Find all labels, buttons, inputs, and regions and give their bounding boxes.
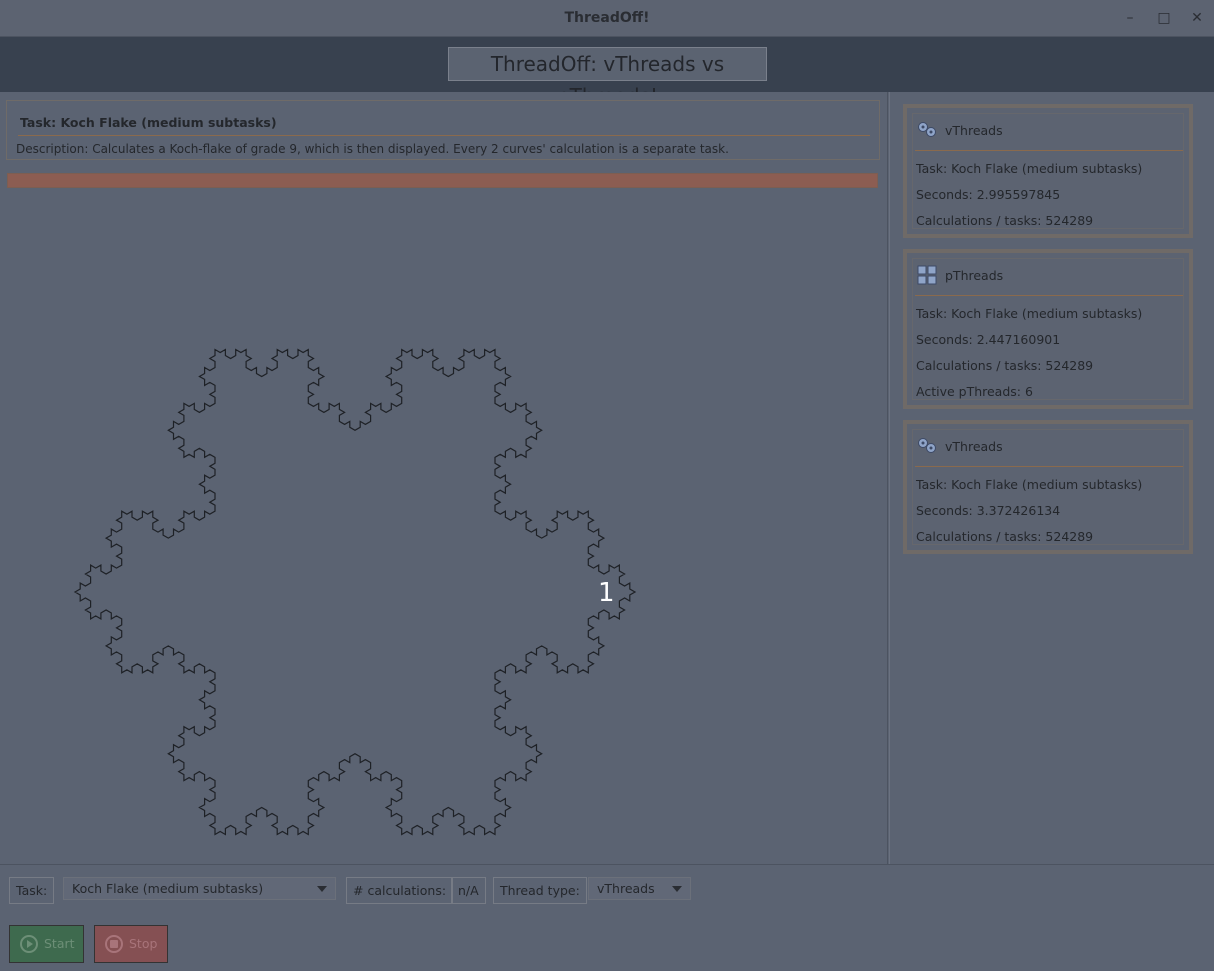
task-separator	[18, 135, 870, 136]
card-calculations: Calculations / tasks: 524289	[916, 358, 1094, 373]
task-label: Task:	[9, 877, 55, 904]
minimize-icon[interactable]: –	[1120, 8, 1140, 28]
vthreads-icon	[918, 122, 936, 137]
task-select[interactable]: Koch Flake (medium subtasks)	[63, 877, 336, 900]
card-calculations: Calculations / tasks: 524289	[916, 213, 1094, 228]
window-titlebar: ThreadOff! – □ ✕	[0, 0, 1214, 37]
chevron-down-icon	[317, 886, 327, 892]
pthreads-icon	[917, 265, 937, 285]
main-panel: Task: Koch Flake (medium subtasks) Descr…	[0, 92, 886, 864]
app-banner: ThreadOff: vThreads vs pThreads!	[448, 47, 767, 108]
task-description: Description: Calculates a Koch-flake of …	[16, 142, 729, 156]
window-title: ThreadOff!	[564, 10, 650, 26]
chevron-down-icon	[672, 886, 682, 892]
thread-type-label: Thread type:	[493, 877, 587, 904]
progress-bar	[7, 173, 878, 188]
card-seconds: Seconds: 2.995597845	[916, 187, 1061, 202]
result-card: vThreads Task: Koch Flake (medium subtas…	[903, 420, 1193, 554]
card-calculations: Calculations / tasks: 524289	[916, 529, 1094, 544]
progress-fill	[8, 174, 877, 187]
stop-button[interactable]: Stop	[94, 925, 168, 963]
stop-button-label: Stop	[129, 936, 158, 951]
thread-count-label: 1	[598, 578, 615, 608]
play-icon	[20, 935, 38, 953]
koch-canvas: 1	[0, 202, 886, 862]
card-seconds: Seconds: 2.447160901	[916, 332, 1061, 347]
calculations-label: # calculations:	[346, 877, 454, 904]
card-thread-type: vThreads	[945, 439, 1003, 454]
calculations-value: n/A	[451, 877, 486, 904]
header: ThreadOff: vThreads vs pThreads!	[0, 37, 1214, 108]
thread-type-select[interactable]: vThreads	[588, 877, 691, 900]
koch-flake-drawing	[73, 348, 637, 836]
card-task: Task: Koch Flake (medium subtasks)	[916, 477, 1143, 492]
maximize-icon[interactable]: □	[1154, 8, 1174, 28]
start-button[interactable]: Start	[9, 925, 84, 963]
card-active-threads: Active pThreads: 6	[916, 384, 1033, 399]
close-icon[interactable]: ✕	[1187, 8, 1207, 28]
task-title: Task: Koch Flake (medium subtasks)	[20, 115, 277, 130]
thread-type-select-value: vThreads	[597, 881, 655, 896]
card-task: Task: Koch Flake (medium subtasks)	[916, 161, 1143, 176]
results-panel: vThreads Task: Koch Flake (medium subtas…	[890, 92, 1214, 864]
result-card: pThreads Task: Koch Flake (medium subtas…	[903, 249, 1193, 409]
card-seconds: Seconds: 3.372426134	[916, 503, 1061, 518]
vthreads-icon	[918, 438, 936, 453]
card-thread-type: vThreads	[945, 123, 1003, 138]
card-task: Task: Koch Flake (medium subtasks)	[916, 306, 1143, 321]
card-thread-type: pThreads	[945, 268, 1004, 283]
task-select-value: Koch Flake (medium subtasks)	[72, 881, 264, 896]
bottom-controls: Task: Koch Flake (medium subtasks) # cal…	[0, 864, 1214, 971]
start-button-label: Start	[44, 936, 75, 951]
stop-icon	[105, 935, 123, 953]
task-info-box: Task: Koch Flake (medium subtasks) Descr…	[6, 100, 880, 160]
result-card: vThreads Task: Koch Flake (medium subtas…	[903, 104, 1193, 238]
koch-flake-path	[73, 348, 637, 836]
